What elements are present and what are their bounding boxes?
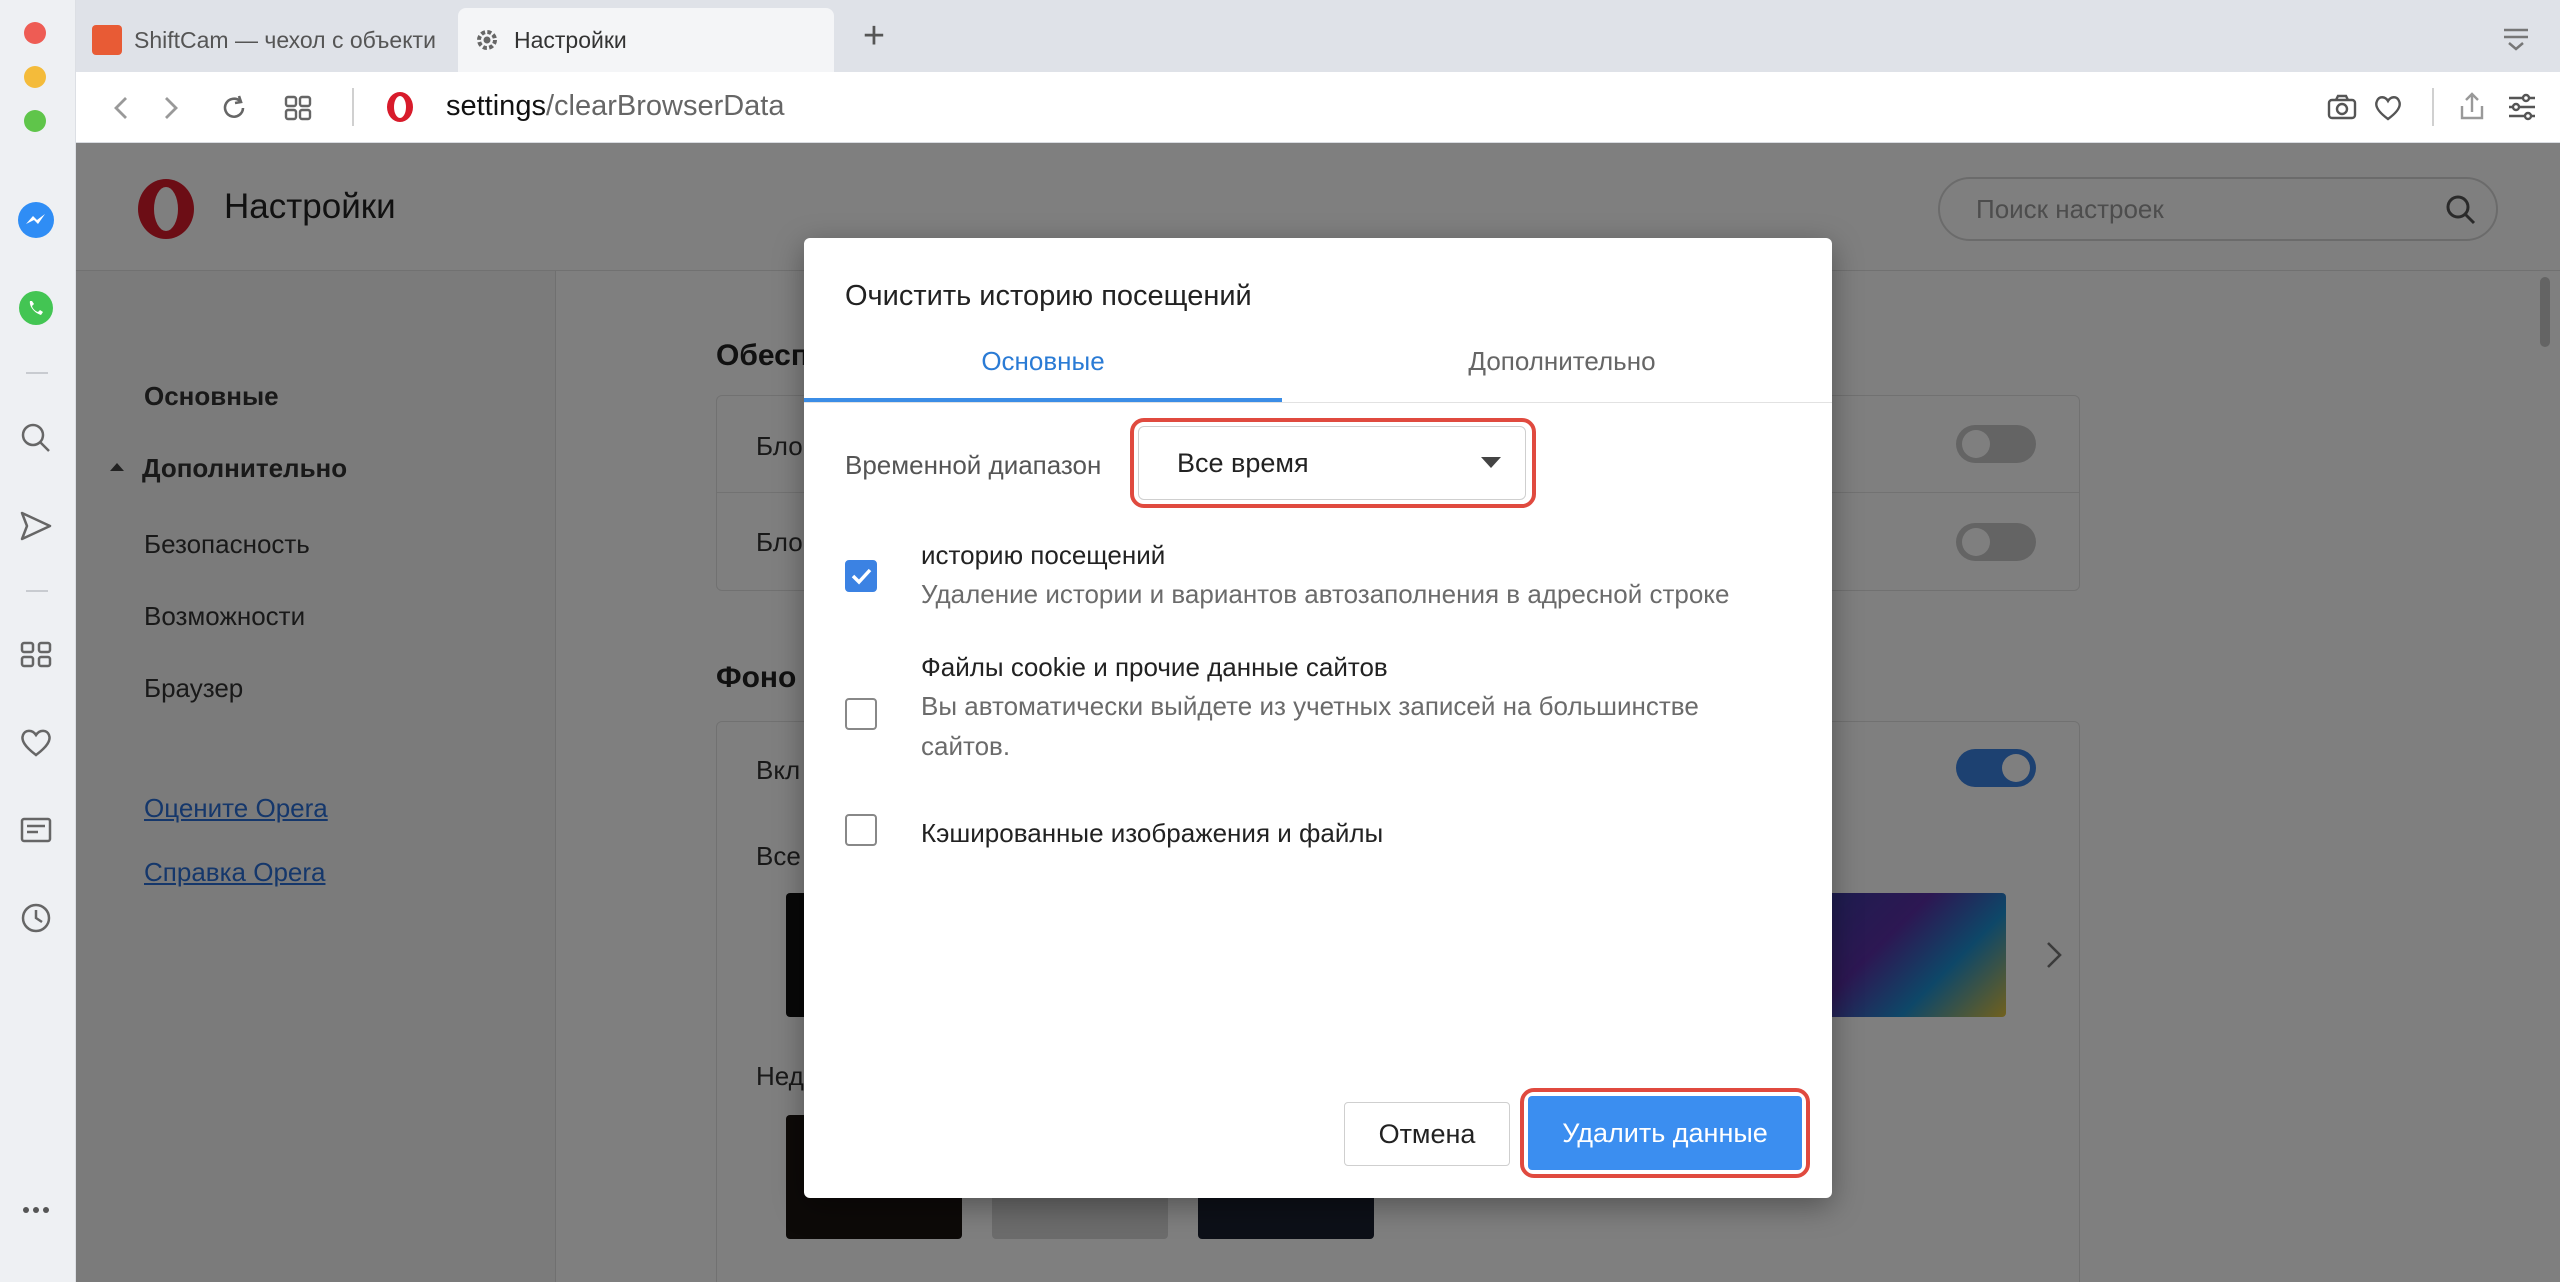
whatsapp-icon[interactable]	[14, 286, 58, 330]
option-browsing-history: историю посещений Удаление истории и вар…	[845, 540, 1805, 620]
checkmark-icon	[851, 568, 872, 585]
option-title: историю посещений	[921, 540, 1166, 570]
tab-menu-icon[interactable]	[2500, 24, 2532, 52]
tab-settings[interactable]: Настройки	[458, 8, 834, 72]
address-bar: settings/clearBrowserData	[76, 72, 2560, 143]
time-range-select[interactable]: Все время	[1138, 426, 1526, 500]
option-title: Кэшированные изображения и файлы	[921, 818, 1384, 848]
cache-checkbox[interactable]	[845, 814, 877, 846]
sidebar-separator	[26, 590, 48, 592]
heart-icon[interactable]	[14, 720, 58, 764]
option-description: Вы автоматически выйдете из учетных запи…	[921, 691, 1699, 761]
clear-history-dialog: Очистить историю посещений Основные Допо…	[804, 238, 1832, 1198]
option-cache: Кэшированные изображения и файлы	[845, 814, 1805, 864]
tab-shiftcam[interactable]: ShiftCam — чехол с объекти	[76, 8, 452, 72]
bookmark-heart-icon[interactable]	[2372, 92, 2404, 127]
url-host: settings	[446, 90, 546, 122]
forward-button[interactable]	[146, 84, 194, 132]
messenger-icon[interactable]	[14, 198, 58, 242]
tab-title: Настройки	[514, 26, 627, 53]
history-checkbox[interactable]	[845, 560, 877, 592]
cancel-button[interactable]: Отмена	[1344, 1102, 1510, 1166]
more-icon[interactable]	[14, 1188, 58, 1232]
dialog-title: Очистить историю посещений	[845, 280, 1252, 312]
opera-sidebar	[0, 0, 76, 1282]
sidebar-separator	[26, 372, 48, 374]
url-path: /clearBrowserData	[545, 90, 785, 122]
tabs-grid-button[interactable]	[274, 84, 322, 132]
back-button[interactable]	[98, 84, 146, 132]
tab-title: ShiftCam — чехол с объекти	[134, 26, 436, 53]
gear-icon	[474, 27, 500, 53]
history-clock-icon[interactable]	[14, 896, 58, 940]
new-tab-button[interactable]: +	[850, 12, 898, 60]
cookies-checkbox[interactable]	[845, 698, 877, 730]
url-field[interactable]: settings/clearBrowserData	[446, 90, 784, 123]
speed-dial-icon[interactable]	[14, 632, 58, 676]
divider	[2432, 88, 2434, 126]
search-icon[interactable]	[14, 416, 58, 460]
time-range-value: Все время	[1177, 447, 1309, 478]
window-zoom-button[interactable]	[24, 110, 46, 132]
divider	[804, 402, 1832, 403]
tab-basic[interactable]: Основные	[804, 346, 1282, 386]
option-title: Файлы cookie и прочие данные сайтов	[921, 652, 1388, 682]
lifehacker-favicon	[92, 25, 122, 55]
send-icon[interactable]	[14, 504, 58, 548]
tab-strip: ShiftCam — чехол с объекти Настройки +	[76, 0, 2560, 72]
option-description: Удаление истории и вариантов автозаполне…	[921, 579, 1730, 609]
easy-setup-icon[interactable]	[2506, 92, 2538, 127]
window-close-button[interactable]	[24, 22, 46, 44]
window-minimize-button[interactable]	[24, 66, 46, 88]
opera-url-icon	[384, 90, 416, 129]
dropdown-arrow-icon	[1481, 457, 1501, 468]
delete-data-button[interactable]: Удалить данные	[1528, 1096, 1802, 1170]
snapshot-camera-icon[interactable]	[2326, 92, 2358, 127]
option-cookies: Файлы cookie и прочие данные сайтов Вы а…	[845, 652, 1805, 782]
reload-button[interactable]	[210, 84, 258, 132]
share-icon[interactable]	[2456, 90, 2488, 127]
news-icon[interactable]	[14, 808, 58, 852]
divider	[352, 88, 354, 126]
time-range-label: Временной диапазон	[845, 450, 1102, 480]
tab-advanced[interactable]: Дополнительно	[1312, 346, 1812, 386]
